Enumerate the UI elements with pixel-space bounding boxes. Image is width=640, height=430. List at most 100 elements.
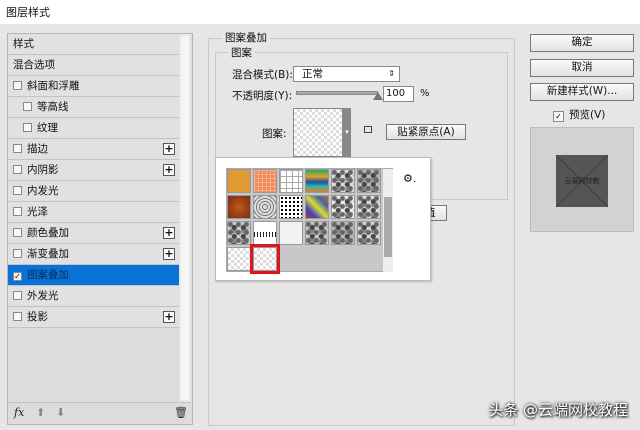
blend-mode-value: 正常 bbox=[302, 68, 323, 80]
sidebar-item-label: 内发光 bbox=[27, 185, 59, 197]
new-style-button[interactable]: 新建样式(W)... bbox=[530, 83, 634, 101]
opacity-unit: % bbox=[420, 88, 430, 99]
pattern-cell[interactable] bbox=[227, 247, 251, 271]
sidebar-item[interactable]: 光泽 bbox=[8, 202, 180, 223]
pattern-cell[interactable] bbox=[331, 221, 355, 245]
title-bar: 图层样式 bbox=[0, 0, 640, 24]
pattern-cell[interactable] bbox=[279, 195, 303, 219]
sidebar-item-label: 颜色叠加 bbox=[27, 227, 69, 239]
checkbox[interactable] bbox=[13, 312, 22, 321]
pattern-cell[interactable] bbox=[357, 195, 381, 219]
sidebar-item[interactable]: 纹理 bbox=[8, 118, 180, 139]
sidebar-item[interactable]: 内阴影 + bbox=[8, 160, 180, 181]
sidebar-item-label: 投影 bbox=[27, 311, 48, 323]
checkbox[interactable] bbox=[13, 228, 22, 237]
pattern-cell[interactable] bbox=[279, 221, 303, 245]
checkbox[interactable] bbox=[13, 165, 22, 174]
pattern-cell[interactable] bbox=[253, 195, 277, 219]
pattern-swatch[interactable] bbox=[293, 108, 343, 157]
checkbox[interactable] bbox=[13, 81, 22, 90]
sidebar-item-label: 斜面和浮雕 bbox=[27, 80, 80, 92]
sidebar-item[interactable]: 等高线 bbox=[8, 97, 180, 118]
opacity-slider-handle[interactable] bbox=[373, 92, 383, 100]
opacity-input[interactable]: 100 bbox=[383, 86, 414, 102]
pattern-cell-selected[interactable] bbox=[250, 244, 280, 274]
cancel-button[interactable]: 取消 bbox=[530, 59, 634, 77]
sidebar-item[interactable]: 描边 + bbox=[8, 139, 180, 160]
sidebar-item[interactable]: 斜面和浮雕 bbox=[8, 76, 180, 97]
checkbox[interactable] bbox=[13, 144, 22, 153]
pattern-grid bbox=[226, 168, 393, 274]
sidebar-item-label: 混合选项 bbox=[13, 59, 55, 71]
checkbox[interactable] bbox=[23, 102, 32, 111]
pattern-cell[interactable] bbox=[305, 195, 329, 219]
gear-icon[interactable]: ⚙. bbox=[403, 172, 416, 185]
sidebar-item-label: 纹理 bbox=[37, 122, 58, 134]
blend-mode-select[interactable]: 正常 ⇕ bbox=[293, 66, 400, 82]
sidebar-item[interactable]: 外发光 bbox=[8, 286, 180, 307]
opacity-label: 不透明度(Y): bbox=[232, 90, 293, 102]
sidebar-item-label: 图案叠加 bbox=[27, 269, 69, 281]
pattern-cell[interactable] bbox=[253, 169, 277, 193]
pattern-cell[interactable] bbox=[357, 221, 381, 245]
opacity-slider[interactable] bbox=[296, 91, 378, 95]
preview-label: 预览(V) bbox=[569, 109, 606, 121]
snap-to-origin-button[interactable]: 贴紧原点(A) bbox=[386, 124, 466, 140]
move-down-icon[interactable]: ⬇ bbox=[56, 406, 65, 419]
trash-icon[interactable]: 🗑 bbox=[174, 406, 188, 419]
ok-button[interactable]: 确定 bbox=[530, 34, 634, 52]
pattern-cell[interactable] bbox=[227, 169, 251, 193]
pattern-cell[interactable] bbox=[227, 221, 251, 245]
sidebar-item-label: 等高线 bbox=[37, 101, 69, 113]
add-icon[interactable]: + bbox=[163, 311, 175, 323]
checkbox[interactable] bbox=[13, 249, 22, 258]
sidebar-item[interactable]: 内发光 bbox=[8, 181, 180, 202]
style-list: 样式混合选项斜面和浮雕等高线纹理描边 + 内阴影 + 内发光光泽颜色叠加 + 渐变叠加 + ✓ 图… bbox=[7, 33, 193, 425]
preview-thumbnail: 云端网校教 bbox=[556, 155, 608, 207]
pattern-cell[interactable] bbox=[331, 195, 355, 219]
sidebar-item-label: 光泽 bbox=[27, 206, 48, 218]
pattern-cell[interactable] bbox=[357, 169, 381, 193]
add-icon[interactable]: + bbox=[163, 164, 175, 176]
pattern-cell[interactable] bbox=[253, 221, 277, 245]
pattern-cell[interactable] bbox=[227, 195, 251, 219]
checkbox[interactable] bbox=[13, 207, 22, 216]
add-icon[interactable]: + bbox=[163, 227, 175, 239]
add-icon[interactable]: + bbox=[163, 143, 175, 155]
sidebar-item[interactable]: 颜色叠加 + bbox=[8, 223, 180, 244]
sidebar-item-label: 样式 bbox=[13, 38, 34, 50]
fx-icon[interactable]: fx bbox=[14, 406, 24, 419]
scrollbar-thumb[interactable] bbox=[181, 36, 189, 400]
add-icon[interactable]: + bbox=[163, 248, 175, 260]
scrollbar-thumb[interactable] bbox=[384, 197, 392, 257]
sidebar-item-label: 外发光 bbox=[27, 290, 59, 302]
preview-box: 云端网校教 bbox=[530, 127, 634, 232]
preview-check-icon[interactable]: ✓ bbox=[553, 111, 564, 122]
pattern-cell[interactable] bbox=[305, 221, 329, 245]
new-preset-icon[interactable] bbox=[364, 126, 372, 133]
blend-mode-label: 混合模式(B): bbox=[232, 69, 293, 81]
move-up-icon[interactable]: ⬆ bbox=[36, 406, 45, 419]
checkbox[interactable] bbox=[13, 291, 22, 300]
sidebar-item[interactable]: 混合选项 bbox=[8, 55, 180, 76]
checkbox[interactable]: ✓ bbox=[13, 272, 22, 281]
style-list-toolbar: fx ⬆ ⬇ 🗑 bbox=[8, 402, 191, 424]
sidebar-item-label: 内阴影 bbox=[27, 164, 59, 176]
window-title: 图层样式 bbox=[6, 6, 50, 19]
sidebar-item[interactable]: 投影 + bbox=[8, 307, 180, 328]
pattern-dropdown-arrow[interactable]: ▾ bbox=[343, 108, 351, 157]
checkbox[interactable] bbox=[23, 123, 32, 132]
sidebar-item[interactable]: ✓ 图案叠加 bbox=[8, 265, 180, 286]
pattern-grid-scrollbar[interactable] bbox=[383, 169, 393, 272]
watermark: 头条 @云端网校教程 bbox=[488, 401, 628, 419]
sidebar-item[interactable]: 样式 bbox=[8, 34, 180, 55]
pattern-cell[interactable] bbox=[279, 169, 303, 193]
chevron-updown-icon: ⇕ bbox=[388, 69, 395, 78]
pattern-cell[interactable] bbox=[305, 169, 329, 193]
sidebar-item-label: 渐变叠加 bbox=[27, 248, 69, 260]
preview-checkbox[interactable]: ✓ 预览(V) bbox=[553, 107, 605, 122]
sidebar-item-label: 描边 bbox=[27, 143, 48, 155]
pattern-cell[interactable] bbox=[331, 169, 355, 193]
sidebar-item[interactable]: 渐变叠加 + bbox=[8, 244, 180, 265]
checkbox[interactable] bbox=[13, 186, 22, 195]
